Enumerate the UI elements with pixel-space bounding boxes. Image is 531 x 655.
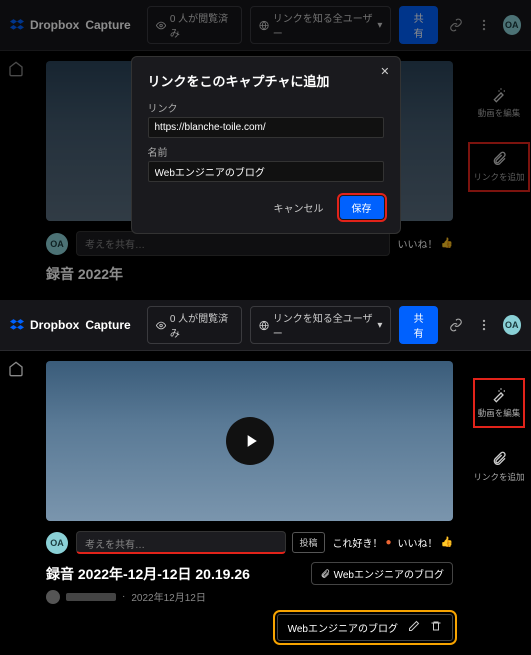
save-button[interactable]: 保存 [340,196,384,219]
add-link-modal: ✕ リンクをこのキャプチャに追加 リンク 名前 キャンセル 保存 [131,56,401,234]
brand: Dropbox Capture [10,318,131,332]
add-link-button[interactable]: リンクを追加 [471,445,526,489]
add-link-label: リンクを追加 [473,471,524,483]
wand-icon [491,87,507,103]
edit-video-label: 動画を編集 [478,407,521,419]
dropbox-icon [10,18,24,32]
eye-icon [156,320,166,331]
more-icon-button[interactable] [474,14,494,36]
play-icon [241,431,261,451]
cancel-button[interactable]: キャンセル [266,196,332,219]
nice-reaction[interactable]: いいね！ 👍 [398,535,453,550]
access-text: リンクを知る全ユーザー [273,10,374,40]
globe-icon [259,20,269,31]
access-text: リンクを知る全ユーザー [273,310,374,340]
brand: Dropbox Capture [10,18,131,32]
brand-product: Capture [85,18,130,32]
link-chip-label: Webエンジニアのブログ [334,566,444,581]
views-pill[interactable]: 0 人が閲覧済み [147,6,242,44]
share-button[interactable]: 共有 [399,306,437,344]
link-icon-button[interactable] [446,14,466,36]
brand-name: Dropbox [30,318,79,332]
brand-name: Dropbox [30,18,79,32]
link-icon [449,18,463,32]
eye-icon [156,20,166,31]
post-button[interactable]: 投稿 [292,532,324,553]
more-vertical-icon [477,18,491,32]
nice-label: いいね！ [398,236,438,251]
modal-title: リンクをこのキャプチャに追加 [148,71,384,90]
avatar[interactable]: OA [503,315,521,335]
add-link-button[interactable]: リンクを追加 [471,145,526,189]
home-icon[interactable] [8,61,24,80]
comment-input[interactable]: 考えを共有… [76,231,390,256]
name-label: 名前 [148,144,384,159]
link-icon [449,318,463,332]
chevron-down-icon: ▾ [377,320,382,331]
link-label: リンク [148,100,384,115]
attachment-icon [320,569,330,579]
edit-icon[interactable] [408,620,420,635]
more-vertical-icon [477,318,491,332]
link-icon-button[interactable] [446,314,466,336]
author-avatar [46,590,60,604]
link-edit-label: Webエンジニアのブログ [288,620,398,635]
name-input[interactable] [148,161,384,182]
edit-video-label: 動画を編集 [478,107,521,119]
add-link-label: リンクを追加 [473,171,524,183]
nice-label: いいね！ [398,535,438,550]
video-meta: · 2022年12月12日 [46,589,453,604]
link-input[interactable] [148,117,384,138]
delete-icon[interactable] [430,620,442,635]
author-name-redacted [66,593,116,601]
avatar: OA [46,233,68,255]
close-icon[interactable]: ✕ [380,65,389,78]
chevron-down-icon: ▾ [377,20,382,31]
views-text: 0 人が閲覧済み [170,310,233,340]
video-thumbnail[interactable] [46,361,453,521]
link-edit-row: Webエンジニアのブログ [277,614,453,641]
video-date: 2022年12月12日 [131,589,206,604]
views-pill[interactable]: 0 人が閲覧済み [147,306,242,344]
play-button[interactable] [226,417,274,465]
attachment-icon [491,151,507,167]
globe-icon [259,320,269,331]
video-title: 録音 2022年-12月-12日 20.19.26 [46,564,250,584]
attachment-icon [491,451,507,467]
video-title: 録音 2022年 [46,264,453,284]
home-icon[interactable] [8,361,24,380]
edit-video-button[interactable]: 動画を編集 [476,81,523,125]
wand-icon [491,387,507,403]
edit-video-button[interactable]: 動画を編集 [476,381,523,425]
like-reaction[interactable]: これ好き！ ● [333,535,392,550]
nice-reaction[interactable]: いいね！ 👍 [398,236,453,251]
more-icon-button[interactable] [474,314,494,336]
comment-input[interactable]: 考えを共有… [76,531,286,554]
access-pill[interactable]: リンクを知る全ユーザー ▾ [250,306,392,344]
dropbox-icon [10,318,24,332]
share-button[interactable]: 共有 [399,6,437,44]
link-chip[interactable]: Webエンジニアのブログ [311,562,453,585]
access-pill[interactable]: リンクを知る全ユーザー ▾ [250,6,392,44]
brand-product: Capture [85,318,130,332]
like-label: これ好き！ [333,535,383,550]
avatar[interactable]: OA [503,15,521,35]
views-text: 0 人が閲覧済み [170,10,233,40]
avatar: OA [46,532,68,554]
